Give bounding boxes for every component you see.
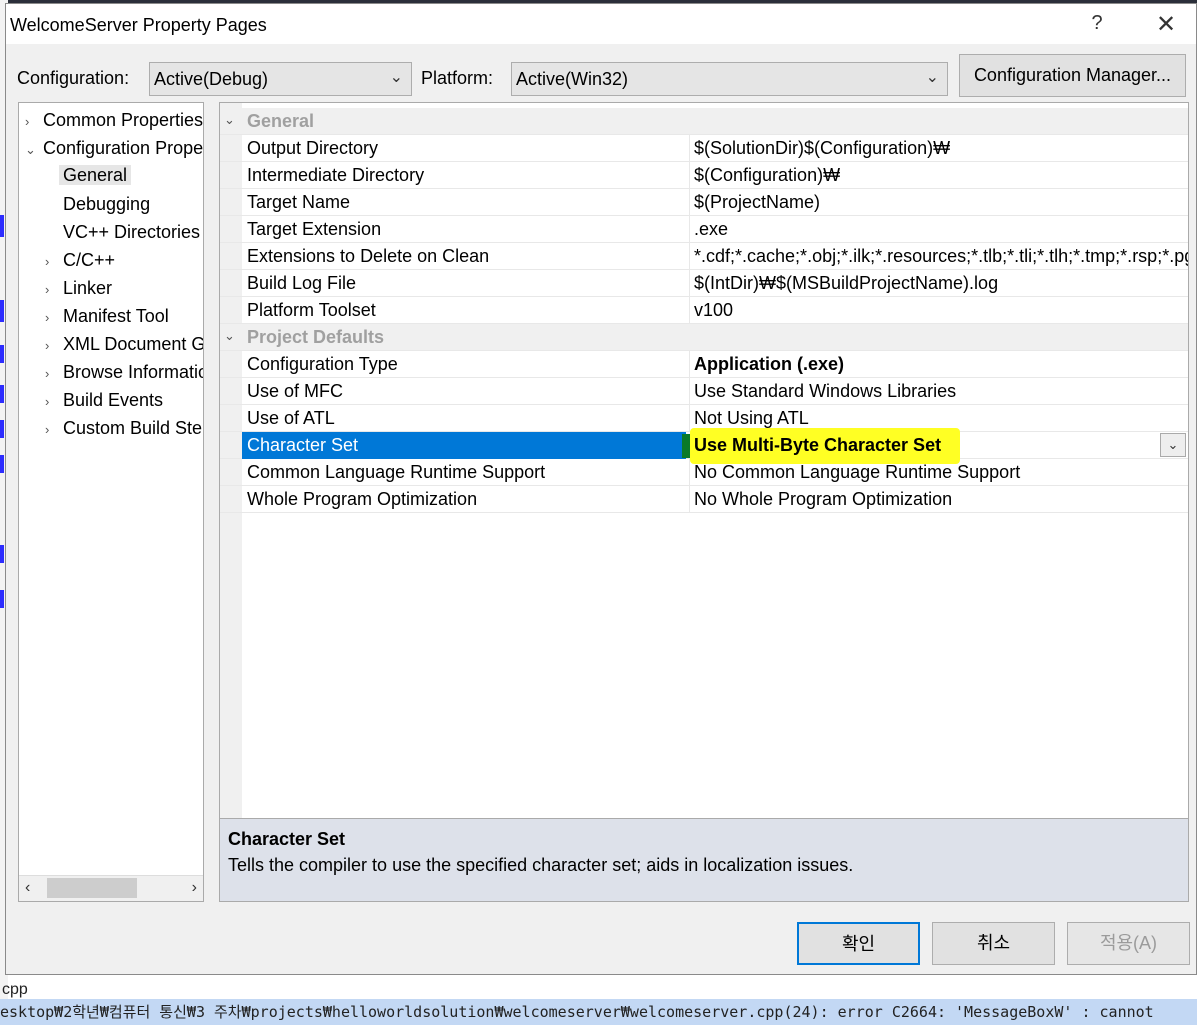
property-row[interactable]: Extensions to Delete on Clean *.cdf;*.ca… xyxy=(220,243,1188,270)
tree-item-debugging[interactable]: Debugging xyxy=(63,194,150,215)
description-panel: Character Set Tells the compiler to use … xyxy=(220,818,1188,901)
title-bar[interactable]: WelcomeServer Property Pages ? ✕ xyxy=(6,4,1196,44)
chevron-down-icon[interactable]: ⌄ xyxy=(1160,433,1186,457)
property-row[interactable]: Use of MFC Use Standard Windows Librarie… xyxy=(220,378,1188,405)
description-title: Character Set xyxy=(228,829,346,849)
category-general[interactable]: ⌄ General xyxy=(220,108,1188,135)
configuration-combo[interactable]: Active(Debug) ⌄ xyxy=(149,62,412,96)
configuration-manager-button[interactable]: Configuration Manager... xyxy=(959,54,1186,97)
tree-item-browse-information[interactable]: › Browse Information xyxy=(45,362,203,383)
background-file-label: cpp xyxy=(2,981,28,998)
property-row[interactable]: Target Extension .exe xyxy=(220,216,1188,243)
chevron-right-icon: › xyxy=(25,114,30,129)
tree-item-configuration-properties[interactable]: ⌄Configuration Properties xyxy=(25,138,203,159)
tree-item-common-properties[interactable]: › Common Properties xyxy=(25,110,203,131)
tree-item-c-cpp[interactable]: › C/C++ xyxy=(45,250,115,271)
output-error-line[interactable]: esktop₩2학년₩컴퓨터 통신₩3 주차₩projects₩hellowor… xyxy=(0,999,1197,1025)
help-button[interactable]: ? xyxy=(1086,12,1108,38)
property-row[interactable]: Common Language Runtime Support No Commo… xyxy=(220,459,1188,486)
close-button[interactable]: ✕ xyxy=(1152,10,1180,38)
chevron-down-icon: ⌄ xyxy=(25,142,36,157)
property-row[interactable]: Platform Toolset v100 xyxy=(220,297,1188,324)
chevron-right-icon: › xyxy=(45,394,50,409)
category-project-defaults[interactable]: ⌄ Project Defaults xyxy=(220,324,1188,351)
property-row[interactable]: Intermediate Directory $(Configuration)₩ xyxy=(220,162,1188,189)
tree-item-linker[interactable]: › Linker xyxy=(45,278,112,299)
chevron-right-icon: › xyxy=(45,366,50,381)
chevron-down-icon[interactable]: ⌄ xyxy=(224,112,235,128)
tree-item-build-events[interactable]: › Build Events xyxy=(45,390,163,411)
scrollbar-thumb[interactable] xyxy=(47,878,137,898)
chevron-down-icon[interactable]: ⌄ xyxy=(224,328,235,344)
configuration-label: Configuration: xyxy=(17,68,130,88)
configuration-value: Active(Debug) xyxy=(154,69,269,89)
scroll-left-icon[interactable]: ‹ xyxy=(25,879,30,897)
cancel-button[interactable]: 취소 xyxy=(932,922,1055,965)
chevron-down-icon: ⌄ xyxy=(925,69,939,86)
tree-item-xml-document-generator[interactable]: ›XML Document Generator xyxy=(45,334,203,355)
character-set-value[interactable]: Use Multi-Byte Character Set xyxy=(694,435,941,456)
property-row[interactable]: Target Name $(ProjectName) xyxy=(220,189,1188,216)
edit-marker xyxy=(682,434,690,458)
description-text: Tells the compiler to use the specified … xyxy=(228,855,854,875)
ok-button[interactable]: 확인 xyxy=(797,922,920,965)
chevron-right-icon: › xyxy=(45,282,50,297)
property-row[interactable]: Whole Program Optimization No Whole Prog… xyxy=(220,486,1188,513)
scroll-right-icon[interactable]: › xyxy=(192,879,197,897)
platform-value: Active(Win32) xyxy=(516,69,629,89)
tree-horizontal-scrollbar[interactable]: ‹ › xyxy=(19,875,203,901)
chevron-right-icon: › xyxy=(45,310,50,325)
property-row[interactable]: Output Directory $(SolutionDir)$(Configu… xyxy=(220,135,1188,162)
tree-item-general[interactable]: General xyxy=(59,165,132,186)
window-title: WelcomeServer Property Pages xyxy=(10,15,267,35)
tree-item-vc-directories[interactable]: VC++ Directories xyxy=(63,222,200,243)
tree-item-manifest-tool[interactable]: › Manifest Tool xyxy=(45,306,169,327)
property-row[interactable]: Build Log File $(IntDir)₩$(MSBuildProjec… xyxy=(220,270,1188,297)
chevron-right-icon: › xyxy=(45,422,50,437)
platform-label: Platform: xyxy=(421,68,494,88)
tree-item-custom-build-step[interactable]: › Custom Build Step xyxy=(45,418,203,439)
property-row-character-set[interactable]: Character Set Use Multi-Byte Character S… xyxy=(220,428,1188,464)
chevron-right-icon: › xyxy=(45,254,50,269)
chevron-down-icon: ⌄ xyxy=(389,69,403,86)
property-grid[interactable]: ⌄ General Output Directory $(SolutionDir… xyxy=(219,102,1189,902)
property-tree[interactable]: ›Common Properties ⌄Configuration Proper… xyxy=(18,102,204,902)
chevron-right-icon: › xyxy=(45,338,50,353)
platform-combo[interactable]: Active(Win32) ⌄ xyxy=(511,62,948,96)
property-row[interactable]: Configuration Type Application (.exe) xyxy=(220,351,1188,378)
property-pages-dialog: WelcomeServer Property Pages ? ✕ Configu… xyxy=(5,3,1197,975)
apply-button[interactable]: 적용(A) xyxy=(1067,922,1190,965)
